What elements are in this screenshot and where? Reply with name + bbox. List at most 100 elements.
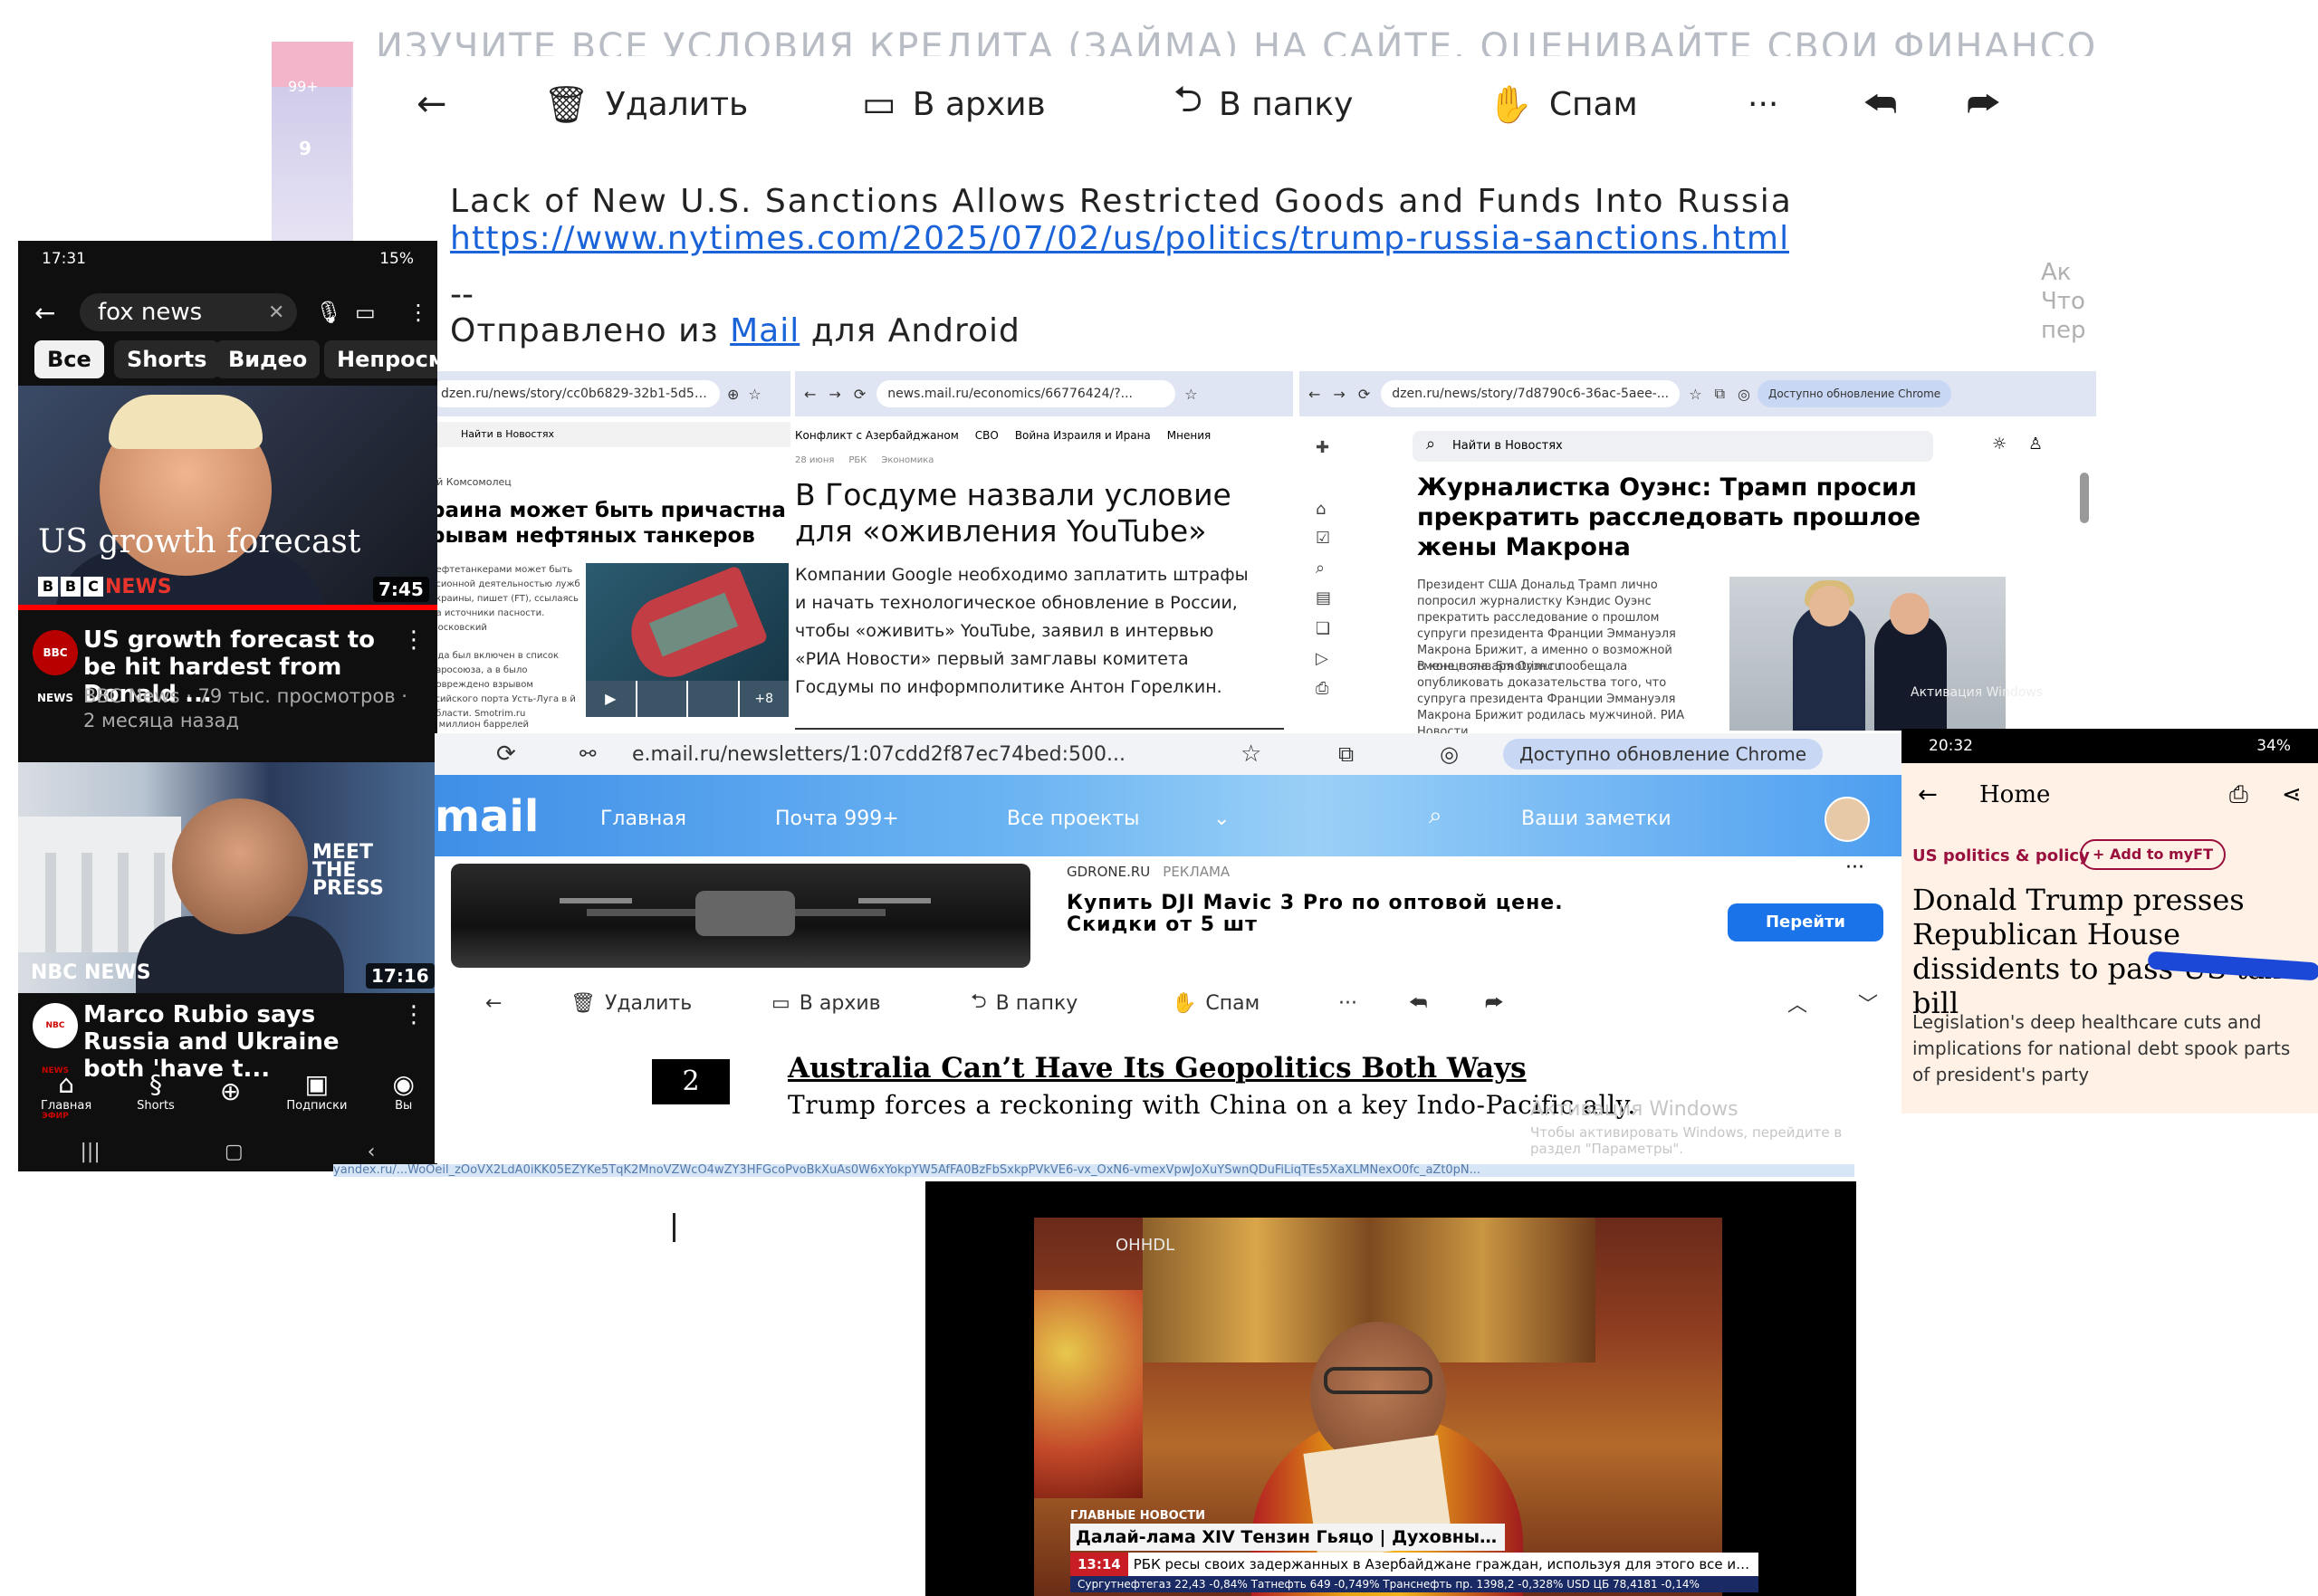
reply-all-button[interactable]: ⮪ bbox=[1409, 992, 1427, 1015]
forward-button[interactable]: ⮫ bbox=[1485, 992, 1503, 1015]
chip-unwatched[interactable]: Непросм bbox=[324, 340, 437, 378]
tag[interactable]: СВО bbox=[975, 429, 999, 442]
news-search-input[interactable]: Найти в Новостях bbox=[1413, 431, 1933, 462]
more-button[interactable]: ··· bbox=[1338, 992, 1357, 1015]
reload-icon[interactable]: ⟳ bbox=[1358, 386, 1370, 403]
newsletter-headline[interactable]: Australia Can’t Have Its Geopolitics Bot… bbox=[788, 1052, 1527, 1085]
nav-main[interactable]: Главная bbox=[600, 808, 686, 830]
back-button[interactable]: ‹ bbox=[368, 1141, 376, 1163]
delete-button[interactable]: 🗑 Удалить bbox=[543, 81, 748, 127]
tag[interactable]: Конфликт с Азербайджаном bbox=[795, 429, 959, 442]
nav-create[interactable]: ⊕ bbox=[220, 1076, 241, 1106]
share-icon[interactable]: ⋖ bbox=[2282, 781, 2302, 808]
user-icon[interactable]: ♙ bbox=[2028, 435, 2043, 454]
ad-banner[interactable]: GDRONE.RU РЕКЛАМА Купить DJI Mavic 3 Pro… bbox=[451, 856, 1900, 974]
address-bar-c[interactable]: dzen.ru/news/story/7d8790c6-36ac-5aee-..… bbox=[1381, 380, 1681, 407]
chrome-update-chip[interactable]: Доступно обновление Chrome bbox=[1757, 380, 1952, 407]
back-icon[interactable]: ← bbox=[804, 386, 816, 403]
back-icon[interactable]: ← bbox=[1308, 386, 1320, 403]
channel-avatar[interactable]: BBC NEWS bbox=[33, 630, 78, 704]
star-icon[interactable]: ☆ bbox=[1689, 386, 1701, 403]
more-vert-icon[interactable]: ⋮ bbox=[402, 1001, 426, 1028]
tanker-photo[interactable] bbox=[586, 563, 789, 681]
play-icon[interactable]: ▶ bbox=[586, 681, 636, 717]
theme-icon[interactable]: ☼ bbox=[1992, 435, 2007, 454]
video-thumbnail[interactable]: MEET THE PRESS NBC NEWS bbox=[18, 762, 437, 993]
news-photo[interactable] bbox=[1729, 577, 2006, 731]
mic-icon[interactable]: 🎙 bbox=[315, 300, 342, 325]
address-bar[interactable]: e.mail.ru/newsletters/1:07cdd2f87ec74bed… bbox=[632, 743, 1175, 766]
star-icon[interactable]: ☆ bbox=[1240, 741, 1261, 768]
chrome-update-chip[interactable]: Доступно обновление Chrome bbox=[1503, 739, 1824, 769]
menu-dots-icon[interactable]: ⋮ bbox=[407, 300, 429, 325]
tag[interactable]: Мнения bbox=[1167, 429, 1211, 442]
reply-all-button[interactable]: ⮪ bbox=[1863, 81, 1897, 127]
move-folder-button[interactable]: ⮌ В папку bbox=[971, 986, 1078, 1020]
nav-home[interactable]: ⌂ Главная bbox=[41, 1069, 91, 1113]
back-icon[interactable]: ← bbox=[34, 298, 55, 328]
move-folder-button[interactable]: ⮌ В папку bbox=[1173, 79, 1353, 127]
chip-shorts[interactable]: Shorts bbox=[114, 340, 220, 378]
channel-avatar[interactable]: NBC NEWS ЭФИР bbox=[33, 1003, 78, 1121]
drone-photo[interactable] bbox=[451, 864, 1030, 968]
prev-message-button[interactable]: ︿ bbox=[1787, 989, 1807, 1018]
next-message-button[interactable]: ﹀ bbox=[1858, 989, 1878, 1018]
nav-shorts[interactable]: § Shorts bbox=[137, 1069, 175, 1113]
chip-all[interactable]: Все bbox=[34, 340, 104, 378]
search-icon[interactable]: ⌕ bbox=[1316, 559, 1325, 578]
chevron-down-icon[interactable]: ⌄ bbox=[1213, 808, 1230, 830]
back-button[interactable]: ← bbox=[485, 992, 502, 1015]
nav-mail[interactable]: Почта 999+ bbox=[775, 808, 899, 830]
plus-icon[interactable]: ✚ bbox=[1316, 438, 1329, 457]
nav-projects[interactable]: Все проекты bbox=[1007, 808, 1140, 830]
star-icon[interactable]: ☆ bbox=[1184, 386, 1197, 403]
tag[interactable]: Война Израиля и Ирана bbox=[1015, 429, 1151, 442]
video-row[interactable]: NBC NEWS ЭФИР Marco Rubio says Russia an… bbox=[18, 994, 437, 1121]
bookmark-icon[interactable]: ⎙ bbox=[1316, 679, 1328, 698]
add-to-myft-button[interactable]: + Add to myFT bbox=[2080, 839, 2226, 870]
book-icon[interactable]: ❏ bbox=[1316, 619, 1330, 638]
archive-button[interactable]: ▭ В архив bbox=[862, 81, 1046, 127]
more-vert-icon[interactable]: ⋮ bbox=[402, 626, 426, 654]
recents-button[interactable]: ||| bbox=[81, 1141, 101, 1163]
forward-icon[interactable]: → bbox=[1333, 386, 1345, 403]
profile-icon[interactable]: ◎ bbox=[1738, 386, 1750, 403]
bookmark-icon[interactable]: ⎙ bbox=[2229, 781, 2248, 809]
site-settings-icon[interactable]: ⚯ bbox=[580, 743, 596, 766]
clear-icon[interactable]: ✕ bbox=[268, 301, 284, 324]
chip-videos[interactable]: Видео bbox=[216, 340, 321, 378]
search-in-news[interactable]: Найти в Новостях bbox=[430, 422, 790, 447]
back-button[interactable]: ← bbox=[417, 81, 447, 127]
delete-button[interactable]: 🗑 Удалить bbox=[570, 992, 692, 1015]
message-link[interactable]: https://www.nytimes.com/2025/07/02/us/po… bbox=[450, 220, 1789, 257]
address-bar-a[interactable]: dzen.ru/news/story/cc0b6829-32b1-5d53... bbox=[430, 380, 720, 407]
search-icon[interactable]: ⌕ bbox=[1429, 802, 1442, 830]
cast-icon[interactable]: ▭ bbox=[355, 300, 376, 325]
reload-icon[interactable]: ⟳ bbox=[496, 741, 516, 768]
notes-link[interactable]: Ваши заметки bbox=[1521, 808, 1671, 830]
more-photos-count[interactable]: +8 bbox=[739, 681, 789, 717]
star-icon[interactable]: ☆ bbox=[748, 386, 761, 403]
photo-strip[interactable]: ▶ +8 bbox=[586, 681, 789, 717]
more-button[interactable]: ··· bbox=[1748, 81, 1778, 127]
avatar[interactable] bbox=[1825, 797, 1870, 842]
ad-go-button[interactable]: Перейти bbox=[1728, 903, 1883, 941]
article-headline[interactable]: раина может быть причастна рывам нефтяны… bbox=[430, 498, 790, 549]
nav-subscriptions[interactable]: ▣ Подписки bbox=[286, 1069, 347, 1113]
profile-icon[interactable]: ◎ bbox=[1440, 741, 1459, 767]
mail-app-link[interactable]: Mail bbox=[730, 312, 800, 349]
spam-button[interactable]: ✋ Спам bbox=[1488, 81, 1638, 127]
extensions-icon[interactable]: ⧉ bbox=[1338, 741, 1354, 767]
reload-icon[interactable]: ⟳ bbox=[854, 386, 866, 403]
mailru-logo[interactable]: mail bbox=[435, 791, 539, 842]
forward-icon[interactable]: → bbox=[829, 386, 840, 403]
archive-button[interactable]: ▭ В архив bbox=[771, 992, 881, 1015]
check-icon[interactable]: ☑ bbox=[1316, 529, 1330, 548]
forward-button[interactable]: ⮫ bbox=[1967, 81, 2000, 127]
extensions-icon[interactable]: ⧉ bbox=[1715, 385, 1725, 403]
back-icon[interactable]: ← bbox=[1918, 781, 1938, 808]
home-button[interactable]: ▢ bbox=[225, 1141, 244, 1163]
topic-link[interactable]: US politics & policy bbox=[1912, 846, 2090, 865]
spam-button[interactable]: ✋ Спам bbox=[1172, 992, 1260, 1015]
video-icon[interactable]: ▷ bbox=[1316, 649, 1328, 668]
